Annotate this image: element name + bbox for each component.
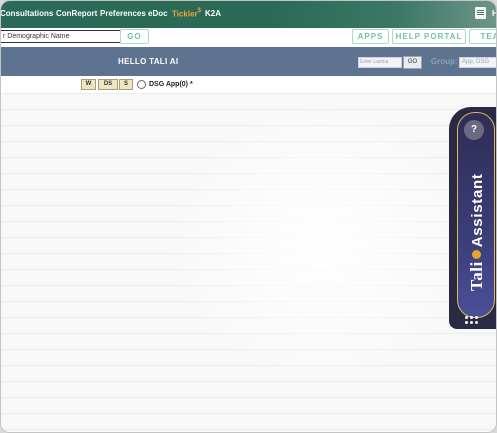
nav-right-label[interactable]: H xyxy=(492,9,496,18)
tali-logo-dot-icon xyxy=(472,250,481,260)
s-button[interactable]: S xyxy=(119,79,133,90)
apps-button[interactable]: APPS xyxy=(352,29,389,44)
tali-assistant-tab[interactable]: ? Tali Assistant xyxy=(449,107,496,329)
help-portal-button[interactable]: HELP PORTAL xyxy=(392,29,466,44)
nav-tickler-sup: $ xyxy=(197,8,201,14)
search-row: r Demographic Name GO APPS HELP PORTAL T… xyxy=(1,28,496,47)
nav-edoc[interactable]: eDoc xyxy=(148,9,168,18)
tali-word: Tali xyxy=(467,261,486,291)
message-icon[interactable] xyxy=(475,7,486,19)
nav-conreport[interactable]: ConReport xyxy=(56,9,97,18)
dsg-radio[interactable] xyxy=(137,80,146,89)
group-input[interactable]: App, DSG xyxy=(459,57,496,68)
page-title: HELLO TALI AI xyxy=(118,57,179,66)
lastname-input[interactable]: Enter Lastna xyxy=(358,57,402,68)
tali-assistant-label: Tali Assistant xyxy=(467,173,487,291)
ds-button[interactable]: DS xyxy=(98,79,118,90)
search-go-button[interactable]: GO xyxy=(120,29,149,44)
header-band: HELLO TALI AI Enter Lastna GO Group: App… xyxy=(1,47,496,76)
help-icon[interactable]: ? xyxy=(464,120,484,140)
nav-tickler[interactable]: Tickler$ xyxy=(172,8,201,19)
nav-k2a[interactable]: K2A xyxy=(205,9,221,18)
lastname-go-button[interactable]: GO xyxy=(403,56,422,69)
nav-tickler-label: Tickler xyxy=(172,9,198,19)
group-label: Group: xyxy=(431,57,458,66)
demographic-search-input[interactable]: r Demographic Name xyxy=(1,30,123,43)
nav-preferences[interactable]: Preferences xyxy=(100,9,146,18)
dsg-app-label: DSG App(0) * xyxy=(149,81,193,88)
nav-consultations[interactable]: Consultations xyxy=(1,9,53,18)
week-button[interactable]: W xyxy=(81,79,96,90)
top-nav-bar: Consultations ConReport Preferences eDoc… xyxy=(1,1,496,28)
grid-dots-icon[interactable] xyxy=(465,316,481,326)
team-button[interactable]: TEA xyxy=(469,29,496,44)
schedule-controls: W DS S DSG App(0) * xyxy=(1,76,496,93)
assistant-word: Assistant xyxy=(469,173,486,248)
app-window: Consultations ConReport Preferences eDoc… xyxy=(1,1,496,432)
schedule-grid xyxy=(1,93,496,432)
